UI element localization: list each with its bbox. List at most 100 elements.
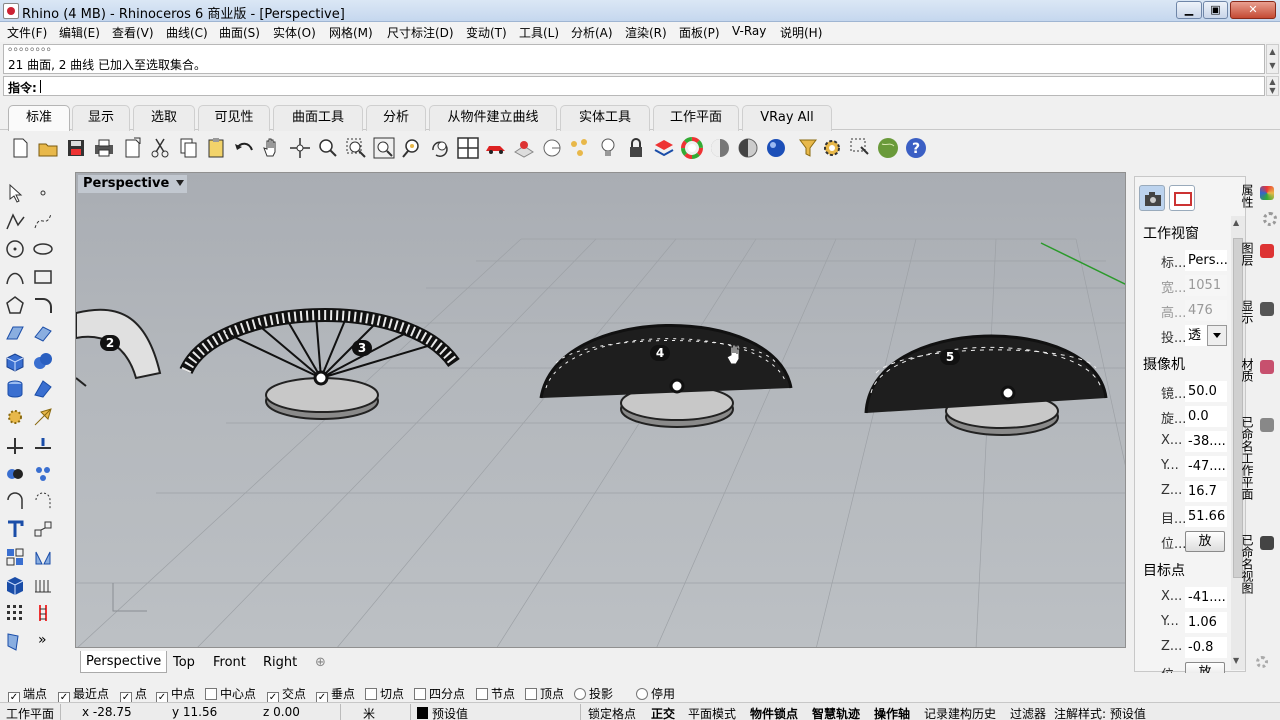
osnap-vertex[interactable]: 顶点 <box>525 685 564 702</box>
fillet-icon[interactable] <box>32 294 54 316</box>
prop-projection-value[interactable]: 透 <box>1185 325 1207 346</box>
polyline-icon[interactable] <box>4 210 26 232</box>
cut-icon[interactable] <box>148 136 172 160</box>
menu-panels[interactable]: 面板(P) <box>679 24 720 41</box>
panel-settings-gear-icon[interactable] <box>1256 656 1268 668</box>
status-record-history[interactable]: 记录建构历史 <box>924 705 996 720</box>
menu-analyze[interactable]: 分析(A) <box>571 24 613 41</box>
split-icon[interactable] <box>32 434 54 456</box>
status-filter[interactable]: 过滤器 <box>1010 705 1046 720</box>
tab-select[interactable]: 选取 <box>133 105 195 131</box>
menu-vray[interactable]: V-Ray <box>732 24 766 38</box>
shaded-sphere-icon[interactable] <box>708 136 732 160</box>
menu-curve[interactable]: 曲线(C) <box>166 24 208 41</box>
side-tab-layers[interactable]: 图层 <box>1240 242 1274 266</box>
prop-title-value[interactable]: Pers... <box>1185 250 1227 271</box>
color-wheel-icon[interactable] <box>680 136 704 160</box>
tab-curve-from-object[interactable]: 从物件建立曲线 <box>429 105 557 131</box>
undo-icon[interactable] <box>232 136 256 160</box>
help-icon[interactable]: ? <box>904 136 928 160</box>
rectangle-icon[interactable] <box>32 266 54 288</box>
command-history-scrollbar[interactable]: ▲ ▼ <box>1266 44 1279 74</box>
tab-cplanes[interactable]: 工作平面 <box>653 105 739 131</box>
sphere-blob-icon[interactable] <box>32 350 54 372</box>
grid-options-icon[interactable] <box>512 136 536 160</box>
group-icon[interactable] <box>32 462 54 484</box>
osnap-center[interactable]: 中心点 <box>205 685 256 702</box>
viewport-tab-front[interactable]: Front <box>207 651 252 673</box>
prop-lens-value[interactable]: 50.0 <box>1185 381 1227 402</box>
status-smarttrack[interactable]: 智慧轨迹 <box>812 705 860 720</box>
tab-display[interactable]: 显示 <box>72 105 130 131</box>
close-button[interactable]: ✕ <box>1230 1 1276 19</box>
tab-vray-all[interactable]: VRay All <box>742 105 832 131</box>
surface-corner-icon[interactable] <box>4 322 26 344</box>
prop-tgt-y-value[interactable]: 1.06 <box>1185 612 1227 633</box>
arc-icon[interactable] <box>4 266 26 288</box>
box-icon[interactable] <box>4 350 26 372</box>
circle-options-icon[interactable] <box>540 136 564 160</box>
rotate-icon[interactable] <box>4 490 26 512</box>
text-icon[interactable] <box>4 518 26 540</box>
select-objects-icon[interactable] <box>848 136 872 160</box>
target-place-button[interactable]: 放置... <box>1185 662 1225 673</box>
zoom-extents-icon[interactable] <box>372 136 396 160</box>
select-arrow-icon[interactable] <box>4 182 26 204</box>
menu-render[interactable]: 渲染(R) <box>625 24 667 41</box>
ellipse-icon[interactable] <box>32 238 54 260</box>
rendered-sphere-icon[interactable] <box>736 136 760 160</box>
boolean-icon[interactable] <box>4 462 26 484</box>
filter-icon[interactable] <box>796 136 820 160</box>
viewport-title[interactable]: Perspective <box>78 175 188 193</box>
menu-tools[interactable]: 工具(L) <box>519 24 559 41</box>
prop-cam-z-value[interactable]: 16.7 <box>1185 481 1227 502</box>
status-current-layer[interactable]: 预设值 <box>432 705 468 720</box>
move-view-icon[interactable] <box>288 136 312 160</box>
maximize-button[interactable]: ▣ <box>1203 1 1228 19</box>
status-planar[interactable]: 平面模式 <box>688 705 736 720</box>
prop-cam-x-value[interactable]: -38.... <box>1185 431 1227 452</box>
zoom-selected-icon[interactable] <box>400 136 424 160</box>
command-line[interactable]: 指令: <box>3 76 1265 96</box>
viewport-tab-right[interactable]: Right <box>257 651 303 673</box>
explode-icon[interactable] <box>4 406 26 428</box>
osnap-quad[interactable]: 四分点 <box>414 685 465 702</box>
minimize-button[interactable]: ▁ <box>1176 1 1202 19</box>
new-icon[interactable] <box>8 136 32 160</box>
four-viewports-icon[interactable] <box>456 136 480 160</box>
osnap-project[interactable]: 投影 <box>574 685 613 702</box>
menu-mesh[interactable]: 网格(M) <box>329 24 373 41</box>
menu-surface[interactable]: 曲面(S) <box>219 24 260 41</box>
layer-icon[interactable] <box>652 136 676 160</box>
arrow-icon[interactable] <box>32 406 54 428</box>
side-tab-named-cplanes[interactable]: 已命名工作平面 <box>1240 416 1274 500</box>
camera-properties-icon[interactable] <box>1139 185 1165 211</box>
menu-file[interactable]: 文件(F) <box>7 24 47 41</box>
mirror-icon[interactable] <box>32 546 54 568</box>
circle-icon[interactable] <box>4 238 26 260</box>
lock-icon[interactable] <box>624 136 648 160</box>
paste-icon[interactable] <box>204 136 228 160</box>
status-grid-snap[interactable]: 锁定格点 <box>588 705 636 720</box>
stairs-icon[interactable] <box>32 602 54 624</box>
projection-dropdown-icon[interactable] <box>1207 325 1227 346</box>
polygon-icon[interactable] <box>4 294 26 316</box>
rotate-view-icon[interactable] <box>428 136 452 160</box>
settings-icon[interactable] <box>820 136 844 160</box>
prop-tgt-x-value[interactable]: -41.... <box>1185 587 1227 608</box>
prop-rotation-value[interactable]: 0.0 <box>1185 406 1227 427</box>
status-cplane[interactable]: 工作平面 <box>6 705 54 720</box>
curve-pts-icon[interactable] <box>32 210 54 232</box>
side-tab-materials[interactable]: 材质 <box>1240 358 1274 382</box>
properties-scroll-thumb[interactable] <box>1233 238 1243 578</box>
pan-icon[interactable] <box>260 136 284 160</box>
import-icon[interactable] <box>120 136 144 160</box>
prop-tgt-z-value[interactable]: -0.8 <box>1185 637 1227 658</box>
light-icon[interactable] <box>596 136 620 160</box>
dimension-icon[interactable] <box>32 518 54 540</box>
side-tab-display[interactable]: 显示 <box>1240 300 1274 324</box>
prop-cam-y-value[interactable]: -47.... <box>1185 456 1227 477</box>
menu-edit[interactable]: 编辑(E) <box>59 24 100 41</box>
print-icon[interactable] <box>92 136 116 160</box>
viewport-frame-icon[interactable] <box>1169 185 1195 211</box>
